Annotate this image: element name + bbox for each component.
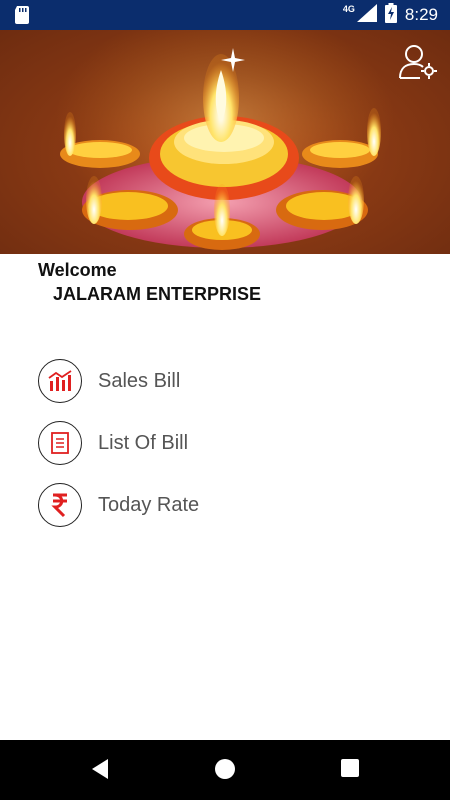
rupee-icon [38, 483, 82, 527]
menu-item-label: Today Rate [98, 493, 200, 516]
network-type-label: 4G [342, 4, 355, 14]
document-list-icon [38, 421, 82, 465]
menu-item-label: List Of Bill [98, 431, 189, 454]
menu-item-sales-bill[interactable]: Sales Bill [38, 350, 418, 412]
back-icon[interactable] [90, 758, 110, 785]
menu-item-label: Sales Bill [98, 369, 181, 392]
welcome-text: Welcome [38, 260, 117, 280]
clock: 8:29 [404, 5, 438, 24]
main-menu: Sales Bill List Of Bill Today Rate [38, 350, 418, 536]
user-settings-icon[interactable] [398, 42, 440, 84]
menu-item-list-of-bill[interactable]: List Of Bill [38, 412, 418, 474]
status-bar: 4G 8:29 [0, 0, 450, 30]
sd-card-icon [14, 6, 30, 29]
bar-chart-icon [38, 359, 82, 403]
home-icon[interactable] [214, 758, 236, 785]
recents-icon[interactable] [340, 758, 360, 783]
menu-item-today-rate[interactable]: Today Rate [38, 474, 418, 536]
navigation-bar [0, 740, 450, 800]
signal-icon [356, 3, 377, 27]
diya-banner-image [0, 30, 450, 254]
battery-charging-icon [384, 2, 397, 28]
company-name: JALARAM ENTERPRISE [53, 284, 262, 304]
